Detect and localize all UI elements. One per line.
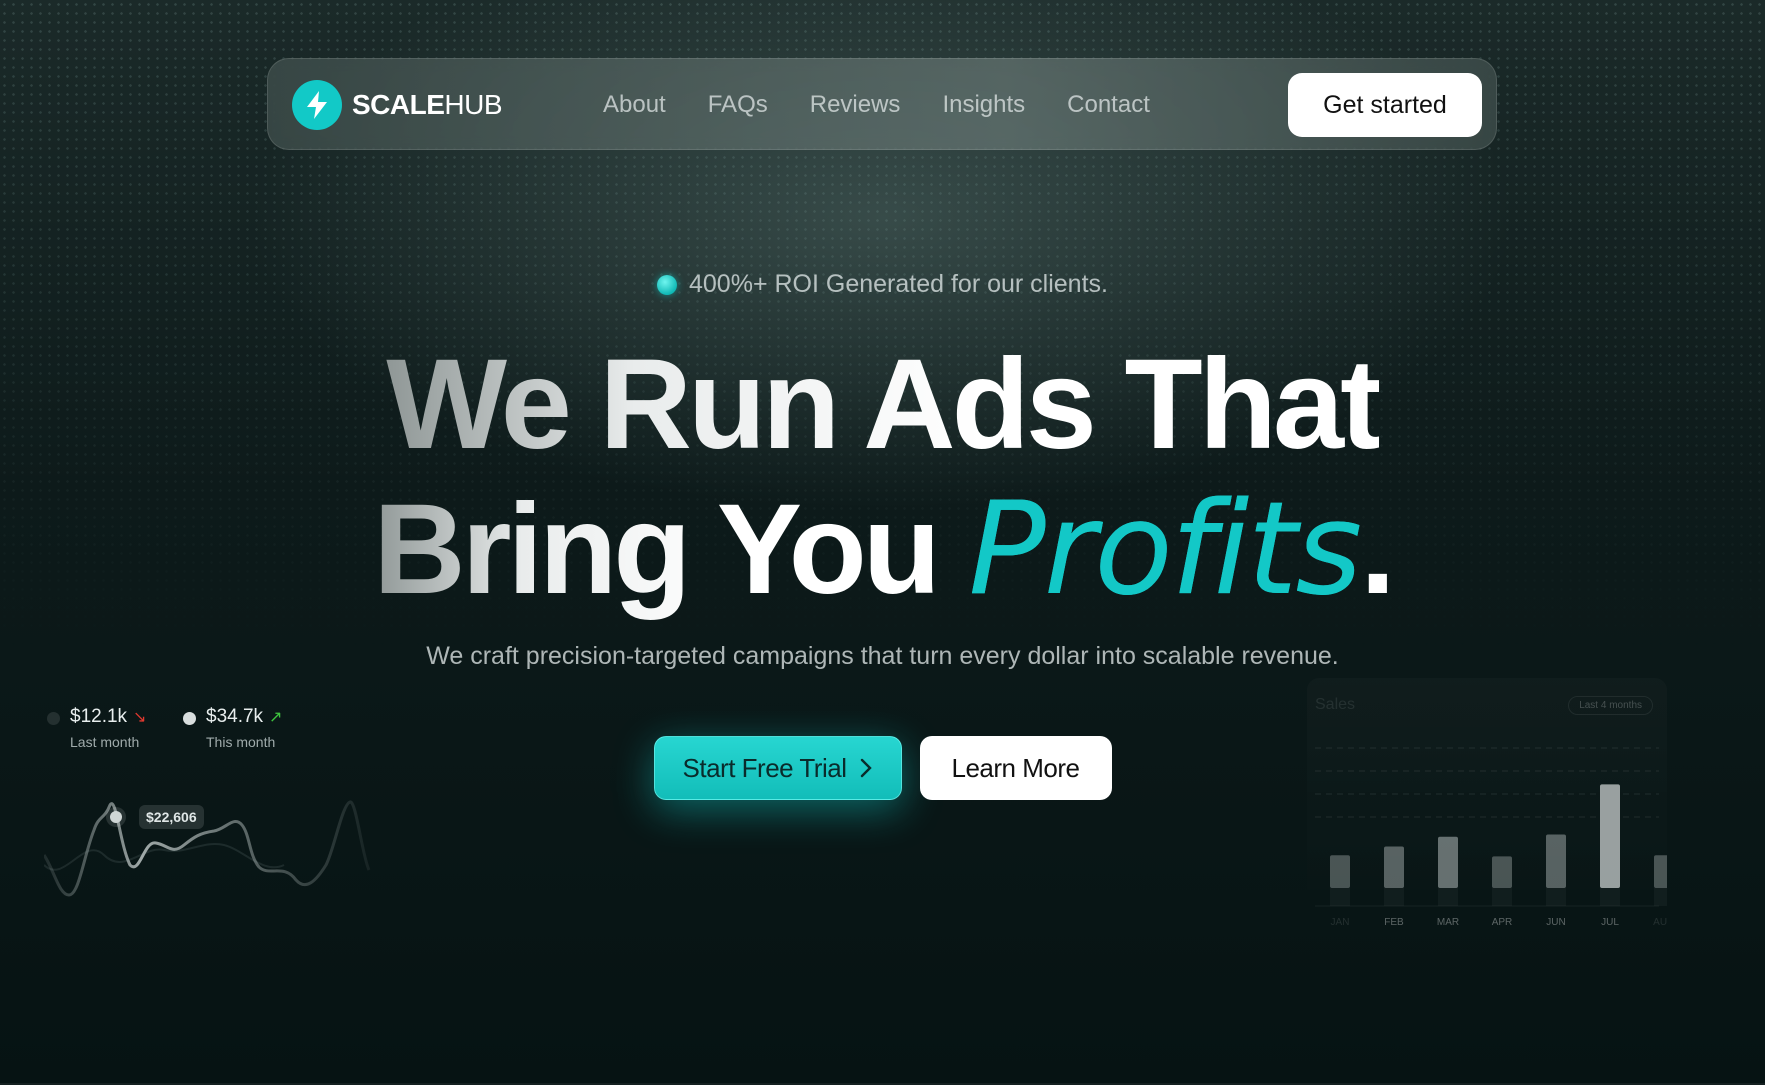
bar-reflection <box>1654 888 1667 906</box>
bar-reflection <box>1330 888 1350 906</box>
bar-reflection <box>1600 888 1620 906</box>
bar-mar <box>1438 836 1458 888</box>
roi-badge-text: 400%+ ROI Generated for our clients. <box>689 270 1108 298</box>
legend-dot-icon <box>183 712 196 725</box>
roi-badge: 400%+ ROI Generated for our clients. <box>0 270 1765 299</box>
status-dot-icon <box>657 274 677 295</box>
sales-bar-chart: JAN FEB MAR APR JUN JUL AUG <box>1315 747 1667 928</box>
nav-link-insights[interactable]: Insights <box>942 91 1025 119</box>
bar-aug <box>1654 855 1667 888</box>
trend-up-icon: ↗ <box>269 709 283 726</box>
brand-logo[interactable]: SCALEHUB <box>292 80 503 130</box>
chart-tooltip: $22,606 <box>139 805 204 829</box>
last-month-value: $12.1k <box>70 706 128 727</box>
nav-link-reviews[interactable]: Reviews <box>810 91 901 119</box>
bar-apr <box>1492 856 1512 888</box>
this-month-value: $34.7k <box>206 706 264 727</box>
bar-jan <box>1330 855 1350 888</box>
nav-links: About FAQs Reviews Insights Contact <box>603 59 1150 151</box>
bar-feb <box>1384 846 1404 888</box>
x-tick-label: FEB <box>1384 917 1404 928</box>
x-tick-label: MAR <box>1437 917 1459 928</box>
legend-this-month: $34.7k ↗ This month <box>183 706 282 750</box>
bar-reflection <box>1546 888 1566 906</box>
headline-line-2: Bring You Profits. <box>0 480 1765 620</box>
headline-line-2-text: Bring You <box>373 478 969 621</box>
bar-reflection <box>1492 888 1512 906</box>
start-free-trial-button[interactable]: Start Free Trial <box>653 736 902 800</box>
nav-link-contact[interactable]: Contact <box>1067 91 1150 119</box>
headline-line-1: We Run Ads That <box>386 333 1382 476</box>
headline-profits-word: Profits <box>968 475 1363 624</box>
headline-period: . <box>1360 478 1396 621</box>
top-navbar: SCALEHUB About FAQs Reviews Insights Con… <box>267 58 1497 150</box>
hero-subtitle: We craft precision-targeted campaigns th… <box>426 642 1339 670</box>
x-tick-label: JUL <box>1601 917 1619 928</box>
bar-jun <box>1546 834 1566 888</box>
nav-link-about[interactable]: About <box>603 91 666 119</box>
revenue-line-widget: $12.1k ↘ Last month $34.7k ↗ This month $2… <box>44 700 424 920</box>
last-month-label: Last month <box>70 734 140 750</box>
bar-jul <box>1600 784 1620 888</box>
get-started-button[interactable]: Get started <box>1288 73 1482 137</box>
brand-name: SCALEHUB <box>352 89 503 120</box>
x-tick-label: JUN <box>1546 917 1565 928</box>
x-tick-label: JAN <box>1331 917 1350 928</box>
x-tick-label: AUG <box>1653 917 1667 928</box>
start-free-trial-label: Start Free Trial <box>682 752 847 783</box>
nav-link-faqs[interactable]: FAQs <box>708 91 768 119</box>
legend-last-month: $12.1k ↘ Last month <box>47 706 146 750</box>
legend-dot-icon <box>47 712 60 725</box>
bar-reflection <box>1384 888 1404 906</box>
chevron-right-icon <box>861 758 873 778</box>
bar-reflection <box>1438 888 1458 906</box>
this-month-label: This month <box>206 734 276 750</box>
sales-bar-widget: Sales Last 4 months JAN FEB MAR APR JUN JUL AU… <box>1307 678 1667 938</box>
revenue-line-chart <box>44 800 371 897</box>
trend-down-icon: ↘ <box>133 709 147 726</box>
lightning-bolt-icon <box>292 80 342 130</box>
x-tick-label: APR <box>1492 917 1513 928</box>
learn-more-button[interactable]: Learn More <box>919 736 1112 800</box>
